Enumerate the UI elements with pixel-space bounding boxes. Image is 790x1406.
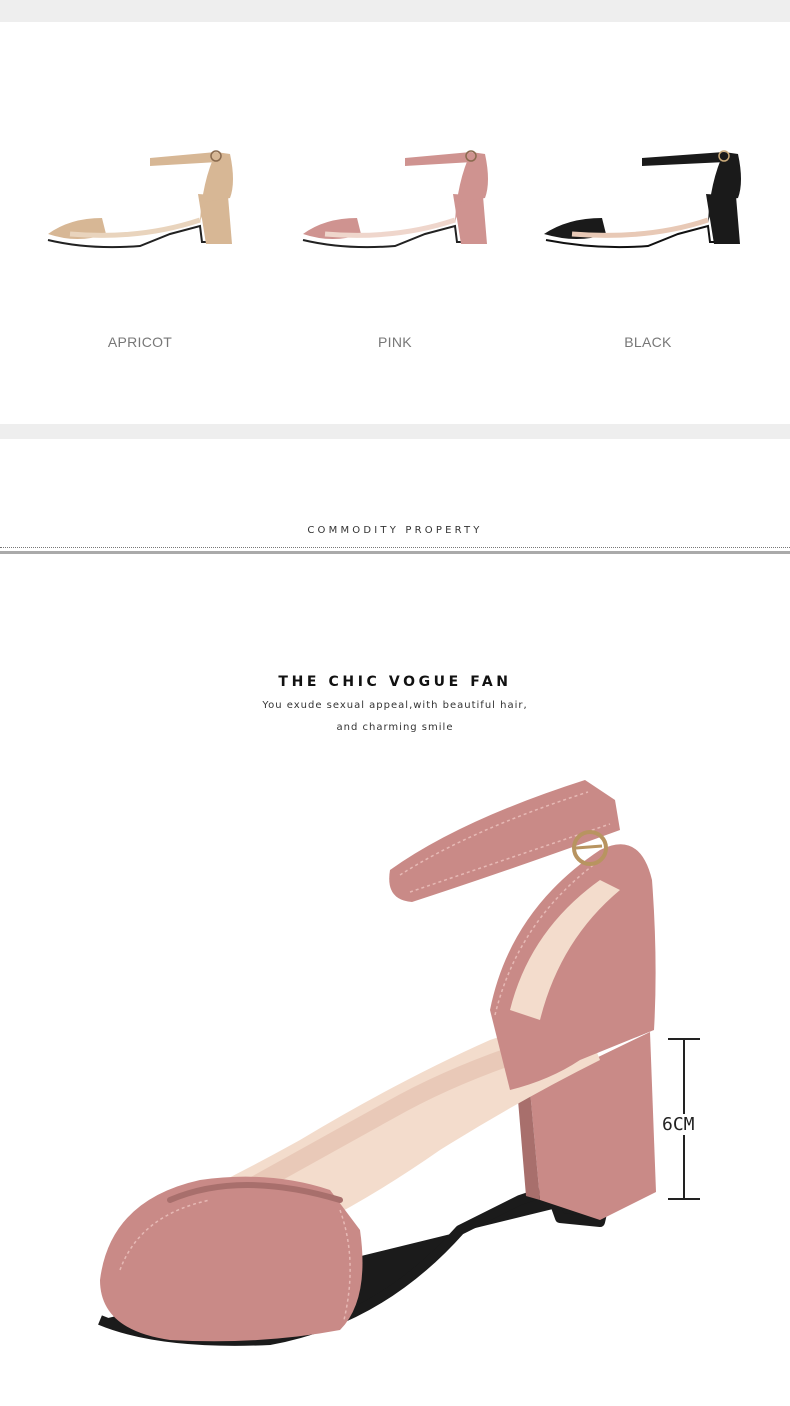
tagline-line-1: You exude sexual appeal,with beautiful h…	[262, 700, 528, 711]
color-option-pink[interactable]: PINK	[285, 122, 505, 350]
sandal-apricot-icon	[47, 150, 233, 249]
heel-height-indicator: 6CM	[650, 1038, 730, 1203]
color-label-apricot: APRICOT	[107, 334, 173, 350]
color-option-apricot[interactable]: APRICOT	[30, 122, 250, 350]
dimension-cap-bottom	[668, 1198, 700, 1200]
middle-divider-band	[0, 424, 790, 439]
section-header: COMMODITY PROPERTY	[0, 439, 790, 559]
solid-divider	[0, 551, 790, 554]
dotted-divider	[0, 547, 790, 548]
sandal-black-icon	[544, 150, 741, 249]
color-options: APRICOT PINK BLACK	[0, 22, 790, 424]
section-title: COMMODITY PROPERTY	[307, 525, 483, 536]
color-label-black: BLACK	[624, 334, 672, 350]
tagline-line-2: and charming smile	[336, 722, 454, 733]
color-option-black[interactable]: BLACK	[538, 122, 758, 350]
heel-height-label: 6CM	[660, 1114, 697, 1135]
top-divider-band	[0, 0, 790, 22]
headline: THE CHIC VOGUE FAN	[278, 674, 512, 690]
color-label-pink: PINK	[378, 334, 412, 350]
sandal-pink-icon	[302, 150, 488, 249]
